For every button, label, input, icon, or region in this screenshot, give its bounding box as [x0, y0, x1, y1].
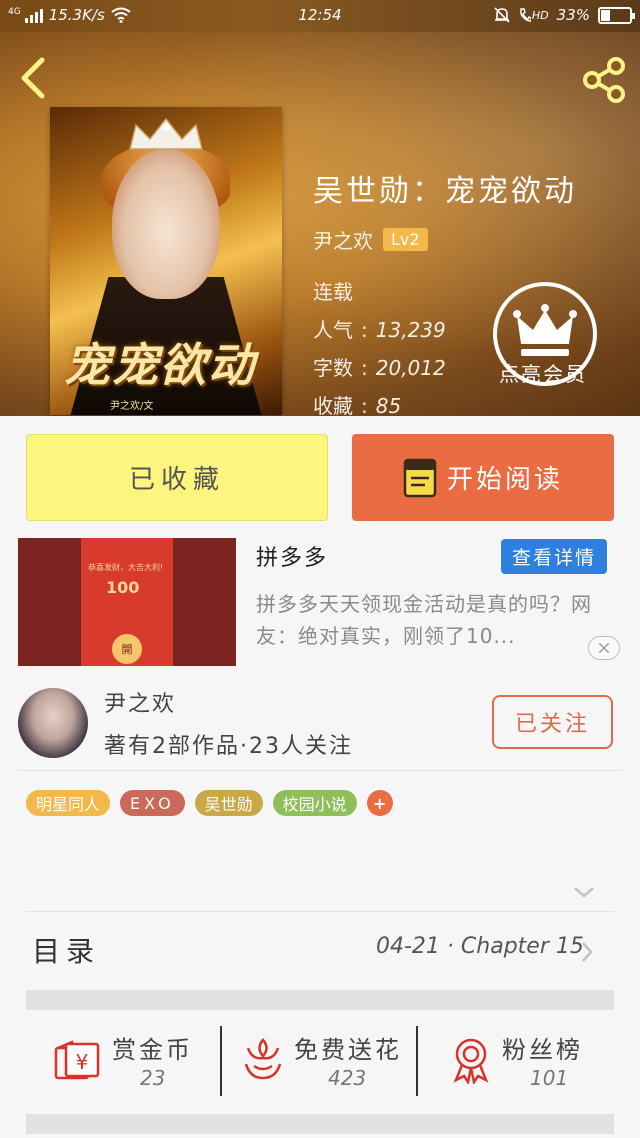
- section-separator: [26, 990, 614, 1010]
- tag-list: 明星同人 EXO 吴世勋 校园小说 +: [26, 790, 393, 816]
- send-flowers-label: 免费送花: [294, 1036, 402, 1064]
- battery-percent: 33%: [556, 6, 590, 24]
- author-name[interactable]: 尹之欢: [104, 686, 176, 718]
- book-title: 吴世勋：宠宠欲动: [313, 174, 577, 209]
- toc-label[interactable]: 目录: [32, 930, 100, 970]
- chevron-down-icon[interactable]: [572, 884, 596, 900]
- book-icon: [403, 458, 437, 497]
- reward-coins-count: 23: [140, 1066, 166, 1090]
- chevron-right-icon[interactable]: [580, 940, 594, 964]
- start-reading-button[interactable]: 开始阅读: [352, 434, 614, 521]
- ad-image[interactable]: 恭喜发财，大吉大利! 100 開: [18, 538, 236, 666]
- stat-popularity: 人气:13,239: [313, 318, 446, 342]
- stat-word-count: 字数:20,012: [313, 356, 446, 380]
- tag-item[interactable]: 吴世勋: [194, 790, 263, 816]
- battery-icon: [598, 6, 635, 24]
- follow-button[interactable]: 已关注: [492, 695, 613, 749]
- ad-close-icon[interactable]: [588, 636, 620, 660]
- collected-button[interactable]: 已收藏: [26, 434, 328, 521]
- member-label: 点亮会员: [499, 362, 587, 386]
- flower-icon: [244, 1038, 282, 1080]
- divider: [416, 1026, 418, 1096]
- crown-decoration: [129, 117, 203, 150]
- author-link[interactable]: 尹之欢: [313, 225, 373, 254]
- stat-favorites: 收藏:85: [313, 394, 402, 416]
- hd-label: HD: [531, 8, 549, 22]
- cover-title: 宠宠欲动: [64, 338, 256, 392]
- ad-description[interactable]: 拼多多天天领现金活动是真的吗？网友：绝对真实，刚领了10...: [256, 588, 596, 652]
- send-flowers-count: 423: [328, 1066, 367, 1090]
- fan-ranking-count: 101: [530, 1066, 569, 1090]
- book-cover[interactable]: 宠宠欲动 尹之欢/文: [50, 107, 282, 415]
- envelope-text: 恭喜发财，大吉大利!: [88, 563, 164, 572]
- reward-coins-button[interactable]: ¥ 赏金币 23: [52, 1026, 202, 1098]
- cover-credit: 尹之欢/文: [110, 401, 154, 412]
- reward-coins-label: 赏金币: [112, 1036, 193, 1064]
- envelope-amount: 100: [106, 578, 140, 597]
- level-badge: Lv2: [383, 228, 428, 251]
- hd-call-icon: HD: [519, 7, 549, 23]
- serial-status: 连载: [313, 280, 353, 304]
- tag-item[interactable]: 明星同人: [26, 790, 111, 816]
- share-button[interactable]: [578, 54, 630, 106]
- author-meta: 著有2部作品·23人关注: [104, 734, 353, 759]
- add-tag-button[interactable]: +: [366, 790, 393, 816]
- collected-label: 已收藏: [128, 465, 225, 495]
- section-separator: [26, 1114, 614, 1134]
- back-button[interactable]: [14, 54, 54, 102]
- send-flowers-button[interactable]: 免费送花 423: [238, 1026, 408, 1098]
- divider: [26, 911, 614, 912]
- ad-title[interactable]: 拼多多: [256, 540, 328, 572]
- fan-ranking-button[interactable]: 粉丝榜 101: [446, 1026, 596, 1098]
- fan-ranking-label: 粉丝榜: [502, 1036, 583, 1064]
- envelope-open-button: 開: [112, 634, 142, 664]
- divider: [18, 770, 622, 771]
- view-details-button[interactable]: 查看详情: [501, 539, 607, 574]
- tag-item[interactable]: EXO: [120, 790, 185, 816]
- svg-text:¥: ¥: [76, 1050, 89, 1074]
- money-envelope-icon: ¥: [54, 1040, 100, 1080]
- mute-bell-icon: [494, 7, 510, 23]
- divider: [220, 1026, 222, 1096]
- medal-icon: [453, 1038, 489, 1084]
- latest-chapter[interactable]: 04-21 · Chapter 15: [376, 934, 584, 959]
- status-bar: 4G 15.3K/s 12:54 HD 33%: [0, 0, 640, 32]
- start-reading-label: 开始阅读: [446, 465, 563, 495]
- avatar[interactable]: [18, 688, 88, 758]
- tag-item[interactable]: 校园小说: [272, 790, 357, 816]
- cover-portrait: [112, 149, 220, 299]
